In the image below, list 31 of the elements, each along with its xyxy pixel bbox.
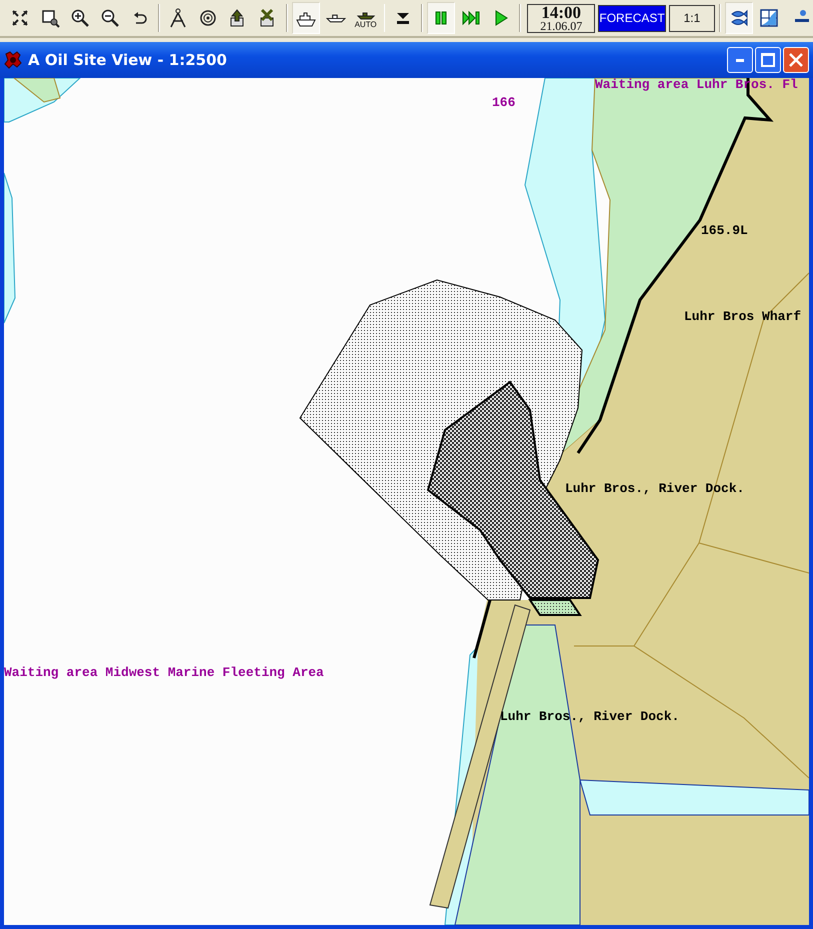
map-label: Luhr Bros Wharf	[684, 310, 802, 324]
map-label: 165.9L	[701, 224, 748, 238]
clock-date: 21.06.07	[540, 20, 582, 32]
zoom-area-icon	[40, 8, 60, 28]
close-icon	[789, 53, 803, 67]
toolbar-button[interactable]: AUTO	[352, 2, 380, 34]
target-icon	[198, 8, 218, 28]
zoom-in-icon	[70, 8, 90, 28]
maximize-icon	[761, 53, 775, 67]
map-label: Luhr Bros., River Dock.	[565, 482, 744, 496]
scale-button[interactable]: 1:1	[668, 4, 716, 32]
minimize-icon	[736, 58, 744, 62]
window-title: A Oil Site View - 1:2500	[28, 51, 228, 69]
toolbar-button[interactable]	[725, 2, 754, 34]
toolbar-button[interactable]	[427, 2, 456, 34]
fish-icon	[729, 8, 750, 28]
chart-icon	[759, 8, 780, 28]
minimize-button[interactable]	[727, 47, 753, 73]
move-arrows-icon	[10, 8, 30, 28]
zoom-out-icon	[100, 8, 120, 28]
forecast-button[interactable]: FORECAST	[598, 4, 666, 32]
toolbar-button[interactable]	[292, 2, 320, 34]
clock-time: 14:00	[541, 4, 582, 20]
fast-forward-icon	[461, 8, 482, 28]
drawing-compass-icon	[168, 8, 188, 28]
close-button[interactable]	[783, 47, 809, 73]
map-label: Waiting area Midwest Marine Fleeting Area	[4, 666, 324, 680]
boat-icon	[326, 14, 346, 22]
map-label: 166	[492, 96, 516, 110]
maximize-button[interactable]	[755, 47, 781, 73]
app-icon	[4, 51, 22, 69]
